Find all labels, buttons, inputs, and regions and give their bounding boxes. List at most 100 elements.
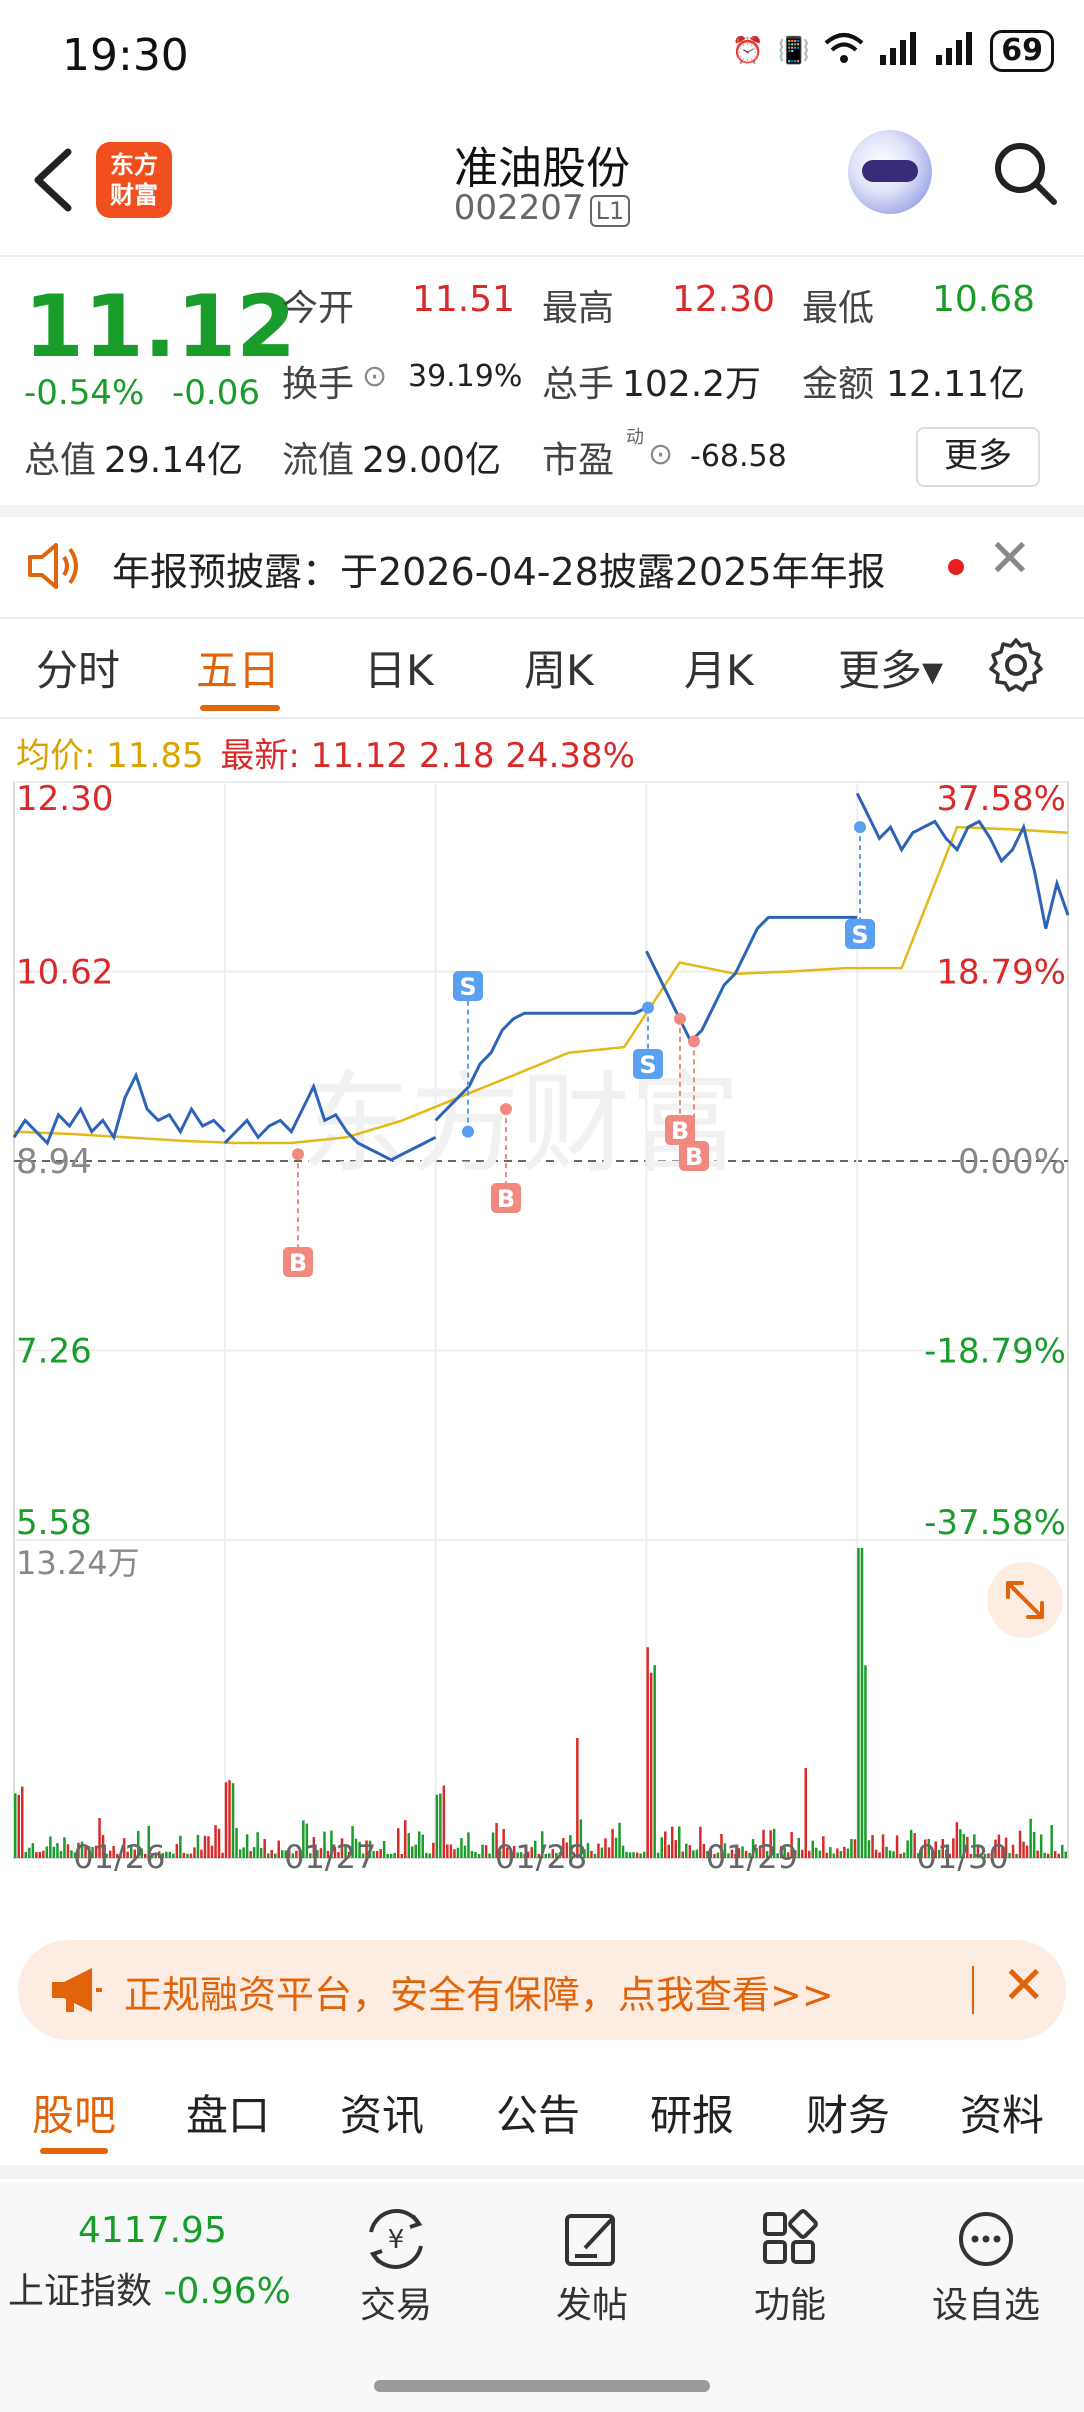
close-icon[interactable]: ✕	[988, 529, 1032, 589]
volume-bar	[231, 1783, 235, 1858]
volume-bar	[1032, 1831, 1036, 1858]
promo-banner[interactable]: 正规融资平台，安全有保障，点我查看>> ✕	[18, 1940, 1066, 2040]
high-value: 12.30	[672, 279, 776, 320]
home-indicator[interactable]	[374, 2380, 710, 2392]
volume-bar	[207, 1836, 210, 1858]
sell-marker-label: S	[459, 973, 476, 1001]
volume-bar	[245, 1834, 249, 1858]
tab-monthly-k[interactable]: 月K	[684, 637, 754, 698]
volume-bar	[597, 1843, 600, 1858]
nav-trade[interactable]: ¥ 交易	[326, 2208, 466, 2328]
volume-bar	[456, 1847, 460, 1858]
volume-bar	[435, 1794, 439, 1858]
volume-bar	[421, 1834, 424, 1858]
assistant-robot-icon[interactable]	[848, 130, 932, 214]
y-tick-right: -37.58%	[924, 1503, 1066, 1543]
pe-dynamic-tag: 动	[626, 427, 644, 448]
tab-news[interactable]: 资讯	[340, 2082, 424, 2143]
index-value: 4117.95	[78, 2210, 227, 2251]
volume-bar	[1050, 1825, 1053, 1858]
volume-bar	[168, 1851, 172, 1858]
float-value: 29.00亿	[362, 440, 502, 481]
yen-exchange-icon: ¥	[369, 2209, 423, 2269]
volume-bar	[428, 1853, 432, 1858]
five-day-chart[interactable]: 东方财富 BSBSBBS 12.3010.628.947.265.5837.58…	[0, 770, 1084, 1880]
status-bar: 19:30 ⏰ 📳 69	[0, 0, 1084, 110]
volume-bar	[853, 1839, 857, 1858]
level-badge: L1	[589, 195, 631, 227]
active-tab-indicator	[40, 2148, 108, 2154]
volume-bar	[200, 1849, 203, 1858]
volume-bar	[639, 1853, 642, 1858]
pe-value: -68.58	[690, 439, 787, 474]
volume-bar	[63, 1837, 66, 1858]
notice-banner[interactable]: 年报预披露：于2026-04-28披露2025年年报 ✕	[0, 517, 1084, 619]
tab-intraday[interactable]: 分时	[36, 637, 120, 698]
nav-post[interactable]: 发帖	[522, 2208, 662, 2328]
volume-bar	[242, 1847, 245, 1858]
y-tick-right: 0.00%	[958, 1142, 1066, 1182]
volume-bar	[193, 1847, 196, 1858]
search-icon[interactable]	[990, 138, 1060, 208]
volume-bar	[660, 1837, 663, 1858]
volume-bar	[221, 1852, 224, 1858]
chart-frame	[13, 781, 1069, 1859]
volume-bar	[836, 1848, 839, 1858]
tab-profile[interactable]: 资料	[960, 2082, 1044, 2143]
volume-bar	[857, 1548, 860, 1858]
close-icon[interactable]: ✕	[1002, 1956, 1046, 2016]
volume-bar	[867, 1840, 871, 1858]
volume-bar	[590, 1850, 593, 1858]
volume-bar	[467, 1832, 470, 1858]
notice-text: 年报预披露：于2026-04-28披露2025年年报	[112, 550, 886, 594]
volume-bar	[404, 1820, 407, 1858]
volume-bar	[249, 1851, 252, 1858]
info-icon[interactable]: ⊙	[362, 359, 387, 394]
volume-bar	[692, 1850, 695, 1858]
tab-forum[interactable]: 股吧	[32, 2082, 116, 2143]
volume-bar	[635, 1852, 639, 1858]
volume-bar	[1018, 1830, 1022, 1858]
nav-functions[interactable]: 功能	[720, 2208, 860, 2328]
volume-bar	[909, 1829, 913, 1858]
tab-announcements[interactable]: 公告	[496, 2082, 580, 2143]
wifi-icon	[824, 31, 864, 72]
volume-bar	[1011, 1844, 1015, 1858]
volume-bar	[678, 1826, 681, 1858]
y-tick-left: 10.62	[16, 953, 113, 993]
volume-bar	[892, 1851, 895, 1858]
volume-bar	[274, 1853, 277, 1858]
mcap-label: 总值	[24, 440, 97, 481]
tab-research[interactable]: 研报	[650, 2082, 734, 2143]
volume-bar	[825, 1852, 829, 1858]
gear-icon[interactable]	[988, 637, 1044, 697]
buy-marker-label: B	[685, 1143, 703, 1171]
volume-bar	[238, 1849, 242, 1858]
tab-more[interactable]: 更多▾	[838, 637, 943, 698]
tab-daily-k[interactable]: 日K	[364, 637, 434, 698]
bottom-bar: 4117.95 上证指数 -0.96% ¥ 交易 发帖 功能 设自选	[0, 2182, 1084, 2412]
tab-financials[interactable]: 财务	[806, 2082, 890, 2143]
volume-bar	[382, 1841, 386, 1858]
nav-add-watchlist[interactable]: 设自选	[916, 2208, 1056, 2328]
info-icon[interactable]: ⊙	[648, 437, 673, 472]
volume-bar	[1029, 1818, 1032, 1858]
tab-order-book[interactable]: 盘口	[186, 2082, 270, 2143]
volume-bar	[628, 1852, 632, 1858]
chart-grid	[13, 781, 1069, 1859]
stock-header: 东方 财富 准油股份 002207 L1	[0, 110, 1084, 257]
more-button[interactable]: 更多	[916, 427, 1040, 487]
volume-bar	[632, 1852, 635, 1858]
volume-bar	[843, 1846, 846, 1858]
active-tab-indicator	[200, 705, 280, 711]
volume-bar	[463, 1845, 467, 1858]
volume-bar	[621, 1845, 625, 1858]
tab-weekly-k[interactable]: 周K	[524, 637, 594, 698]
volume-bar	[186, 1853, 189, 1858]
volume-bar	[196, 1834, 200, 1858]
volume-bar	[667, 1844, 670, 1858]
float-label: 流值	[282, 440, 355, 481]
volume-bar	[389, 1853, 393, 1858]
tab-five-day[interactable]: 五日	[196, 637, 280, 698]
sell-marker-label: S	[639, 1051, 656, 1079]
